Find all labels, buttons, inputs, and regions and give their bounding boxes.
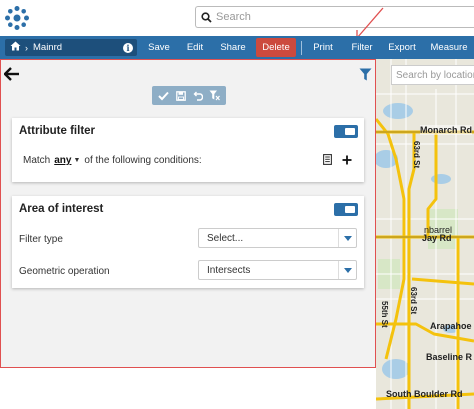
attribute-filter-card: Attribute filter Match any ▼ of the foll… [12, 118, 364, 182]
app-logo-icon[interactable] [4, 5, 30, 31]
filter-type-value: Select... [207, 232, 244, 244]
map-label-jay-rd: Jay Rd [422, 233, 452, 243]
match-conditions-row: Match any ▼ of the following conditions: [23, 155, 202, 166]
clear-filter-icon[interactable] [208, 89, 222, 103]
condition-list-icon[interactable] [323, 154, 332, 168]
back-arrow-icon[interactable] [4, 67, 20, 81]
search-icon [196, 11, 216, 23]
geometric-operation-select[interactable]: Intersects [198, 260, 357, 280]
filter-type-select[interactable]: Select... [198, 228, 357, 248]
area-of-interest-title: Area of interest [19, 203, 104, 215]
chevron-right-icon: › [25, 42, 28, 53]
attribute-filter-toggle[interactable] [334, 125, 358, 138]
breadcrumb-title[interactable]: Mainrd [33, 42, 123, 53]
map-label-arapahoe: Arapahoe [430, 321, 472, 331]
map-label-monarch-rd: Monarch Rd [420, 125, 473, 135]
main-toolbar: › Mainrd i Save Edit Share Delete Print … [0, 36, 474, 59]
undo-icon[interactable] [191, 89, 205, 103]
filter-type-label: Filter type [19, 234, 63, 245]
global-search [195, 6, 474, 28]
save-filter-icon[interactable] [174, 89, 188, 103]
print-button[interactable]: Print [312, 36, 334, 59]
breadcrumb: › Mainrd i [5, 39, 137, 56]
map-location-search[interactable]: Search by location [391, 65, 474, 85]
measure-button[interactable]: Measure [431, 36, 468, 59]
apply-check-icon[interactable] [157, 89, 171, 103]
delete-button[interactable]: Delete [256, 38, 296, 57]
match-suffix: of the following conditions: [84, 155, 202, 166]
geometric-operation-value: Intersects [207, 264, 251, 276]
area-of-interest-toggle[interactable] [334, 203, 358, 216]
attribute-filter-title: Attribute filter [19, 125, 96, 137]
chevron-down-icon[interactable] [338, 229, 356, 247]
search-input[interactable] [216, 11, 456, 23]
geometric-operation-label: Geometric operation [19, 266, 110, 277]
chevron-down-icon[interactable] [338, 261, 356, 279]
map-label-63rd-st-south: 63rd St [409, 287, 418, 315]
share-button[interactable]: Share [220, 36, 246, 59]
match-prefix: Match [23, 155, 51, 166]
attribute-filter-actions [323, 154, 352, 168]
save-button[interactable]: Save [147, 36, 171, 59]
export-button[interactable]: Export [388, 36, 416, 59]
map-label-63rd-st: 63rd St [412, 141, 421, 169]
filter-panel: Attribute filter Match any ▼ of the foll… [0, 59, 376, 368]
map-label-baseline: Baseline R [426, 352, 473, 362]
map-label-55th-st: 55th St [380, 301, 389, 328]
match-any-dropdown[interactable]: any [54, 155, 71, 166]
area-of-interest-card: Area of interest Filter type Select... G… [12, 196, 364, 288]
info-icon[interactable]: i [123, 42, 133, 53]
toolbar-divider [301, 40, 302, 55]
filter-funnel-icon[interactable] [359, 68, 372, 81]
map-view[interactable]: Monarch Rd 63rd St nbarrel Jay Rd 63rd S… [376, 59, 474, 409]
map-label-south-boulder-rd: South Boulder Rd [386, 389, 463, 399]
filter-actions-toolbar [152, 86, 226, 105]
add-condition-icon[interactable] [342, 155, 352, 168]
filter-button[interactable]: Filter [351, 36, 373, 59]
edit-button[interactable]: Edit [185, 36, 205, 59]
chevron-down-icon[interactable]: ▼ [73, 157, 80, 164]
home-icon[interactable] [10, 41, 21, 54]
